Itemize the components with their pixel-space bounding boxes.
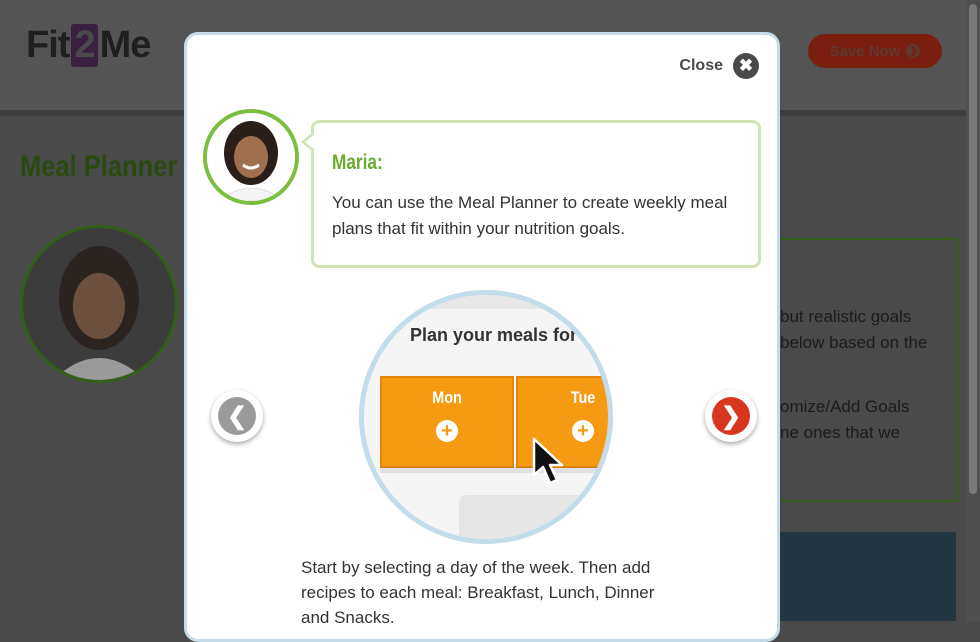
chevron-right-icon: ❯ — [712, 397, 750, 435]
mouse-pointer-icon — [532, 437, 564, 485]
next-button[interactable]: ❯ — [705, 390, 757, 442]
page-scrollbar[interactable] — [966, 0, 980, 621]
chevron-left-icon: ❮ — [218, 397, 256, 435]
previous-button[interactable]: ❮ — [211, 390, 263, 442]
illustration-meal-card — [459, 495, 608, 539]
maria-avatar — [203, 109, 299, 205]
day-card-mon: Mon + — [380, 376, 514, 468]
goals-panel-text-4: ne ones that we — [780, 423, 901, 442]
tutorial-modal: Close ✖ Maria: You can use the Meal Plan… — [184, 32, 780, 642]
meal-planner-illustration: Plan your meals for w Mon + Tue + — [359, 290, 613, 544]
save-now-label: Save Now — [829, 42, 901, 60]
goals-panel-text-3: omize/Add Goals — [780, 397, 910, 416]
illustration-top-bar — [364, 295, 608, 309]
close-button[interactable]: Close ✖ — [679, 53, 759, 79]
close-icon[interactable]: ✖ — [733, 53, 759, 79]
illustration-title: Plan your meals for w — [410, 325, 597, 345]
page-title: Meal Planner — [20, 150, 178, 183]
goals-panel-text-1: but realistic goals — [780, 307, 912, 326]
save-now-button[interactable]: Save Now ❯ — [808, 34, 942, 68]
step-description: Start by selecting a day of the week. Th… — [301, 558, 655, 627]
promo-panel — [760, 532, 956, 621]
speaker-name: Maria: — [332, 151, 383, 174]
scrollbar-thumb[interactable] — [969, 4, 977, 494]
bubble-tail-inner — [305, 134, 315, 150]
close-label: Close — [679, 57, 723, 74]
speech-text: You can use the Meal Planner to create w… — [332, 193, 728, 238]
day-label-mon: Mon — [432, 388, 462, 407]
chevron-right-icon: ❯ — [906, 44, 921, 58]
goals-panel-text-2: below based on the — [780, 333, 928, 352]
day-label-tue: Tue — [570, 388, 596, 407]
add-icon: + — [436, 420, 458, 442]
speech-bubble: Maria: You can use the Meal Planner to c… — [301, 120, 761, 268]
illustration-shadow — [380, 467, 608, 473]
add-icon: + — [572, 420, 594, 442]
fit2me-logo[interactable]: Fit 2 Me — [26, 24, 151, 67]
goals-panel — [760, 238, 958, 502]
coach-avatar — [20, 225, 178, 383]
